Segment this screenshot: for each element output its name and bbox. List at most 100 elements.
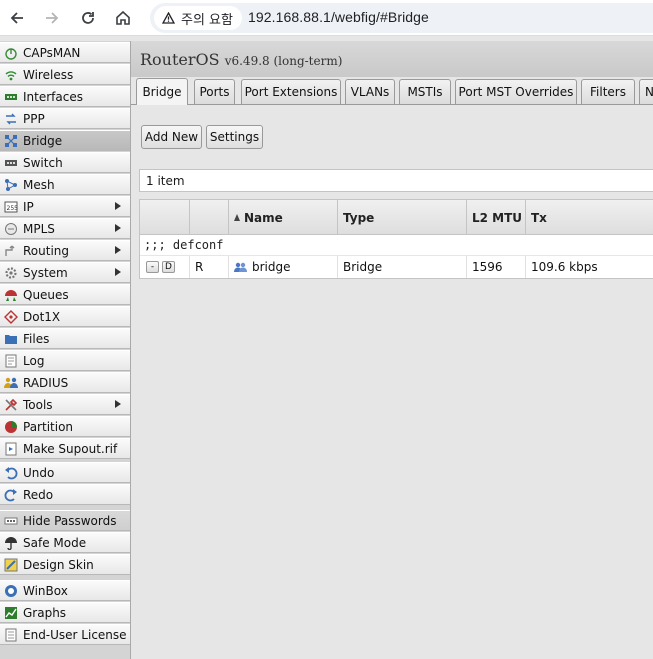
routing-icon — [4, 244, 18, 258]
settings-button[interactable]: Settings — [206, 125, 263, 149]
hide-passwords-icon — [4, 514, 18, 528]
tools-icon — [4, 398, 18, 412]
row-name-cell[interactable]: bridge — [229, 256, 338, 278]
sidebar-item-label: Redo — [23, 487, 54, 502]
sidebar-item-ppp[interactable]: PPP — [0, 108, 130, 129]
sidebar-item-switch[interactable]: Switch — [0, 152, 130, 173]
sidebar-item-radius[interactable]: RADIUS — [0, 372, 130, 393]
column-header-name[interactable]: Name — [229, 200, 338, 235]
sidebar-item-label: Wireless — [23, 67, 74, 82]
sidebar-item-files[interactable]: Files — [0, 328, 130, 349]
disable-button[interactable]: D — [162, 261, 175, 273]
sidebar-item-ip[interactable]: 255 IP — [0, 196, 130, 217]
sidebar-item-mesh[interactable]: Mesh — [0, 174, 130, 195]
mpls-icon — [4, 222, 18, 236]
column-header-tx[interactable]: Tx — [526, 200, 653, 235]
url-text[interactable]: 192.168.88.1/webfig/#Bridge — [248, 9, 429, 25]
tab-port-mst-overrides[interactable]: Port MST Overrides — [455, 79, 577, 104]
sidebar-item-label: Safe Mode — [23, 535, 87, 550]
license-icon — [4, 628, 18, 642]
main-panel: RouterOS v6.49.8 (long-term) Bridge Ports… — [131, 41, 653, 659]
queues-icon — [4, 288, 18, 302]
submenu-arrow-icon — [115, 268, 121, 276]
sidebar-item-make-supout-rif[interactable]: Make Supout.rif — [0, 438, 130, 459]
reload-button[interactable] — [76, 6, 100, 30]
bridge-users-icon — [234, 262, 247, 272]
submenu-arrow-icon — [115, 400, 121, 408]
sidebar-item-label: Bridge — [23, 133, 63, 148]
sidebar-item-label: Make Supout.rif — [23, 441, 118, 456]
sidebar-item-winbox[interactable]: WinBox — [0, 580, 130, 601]
column-header-type[interactable]: Type — [338, 200, 467, 235]
sidebar-item-hide-passwords[interactable]: Hide Passwords — [0, 510, 130, 531]
graphs-icon — [4, 606, 18, 620]
sidebar-item-label: Partition — [23, 419, 74, 434]
sidebar-menu: CAPsMAN Wireless Interfaces PPP Bridge Switch… — [0, 41, 131, 659]
comment-row: ;;; defconf — [140, 235, 653, 256]
sidebar-item-label: PPP — [23, 111, 45, 126]
column-header-tx-label: Tx — [531, 210, 547, 225]
sidebar-item-graphs[interactable]: Graphs — [0, 602, 130, 623]
warning-icon — [162, 12, 175, 24]
back-button[interactable] — [5, 6, 29, 30]
remove-button[interactable]: - — [146, 261, 159, 273]
sidebar-item-label: End-User License — [23, 627, 127, 642]
files-icon — [4, 332, 18, 346]
sidebar-item-safe-mode[interactable]: Safe Mode — [0, 532, 130, 553]
tab-mstis[interactable]: MSTIs — [399, 79, 451, 104]
sidebar-item-label: Hide Passwords — [23, 513, 117, 528]
sidebar-item-end-user-license[interactable]: End-User License — [0, 624, 130, 645]
sidebar-item-label: Dot1X — [23, 309, 61, 324]
sidebar-item-log[interactable]: Log — [0, 350, 130, 371]
sidebar-item-system[interactable]: System — [0, 262, 130, 283]
sidebar-item-undo[interactable]: Undo — [0, 462, 130, 483]
sidebar-item-dot1x[interactable]: Dot1X — [0, 306, 130, 327]
tab-vlans[interactable]: VLANs — [345, 79, 395, 104]
sidebar-item-mpls[interactable]: MPLS — [0, 218, 130, 239]
address-bar[interactable]: 주의 요함 192.168.88.1/webfig/#Bridge — [150, 3, 653, 33]
security-chip[interactable]: 주의 요함 — [154, 6, 242, 30]
sidebar-item-label: Files — [23, 331, 50, 346]
home-icon — [116, 10, 130, 25]
sidebar-item-interfaces[interactable]: Interfaces — [0, 86, 130, 107]
bridge-table: Name Type L2 MTU Tx ;;; defconf - D R br… — [139, 199, 653, 279]
sidebar-item-partition[interactable]: Partition — [0, 416, 130, 437]
wireless-icon — [4, 68, 18, 82]
add-new-button[interactable]: Add New — [141, 125, 202, 149]
system-icon — [4, 266, 18, 280]
sidebar-item-design-skin[interactable]: Design Skin — [0, 554, 130, 575]
design-skin-icon — [4, 558, 18, 572]
tab-bridge[interactable]: Bridge — [136, 78, 188, 105]
row-name: bridge — [252, 260, 291, 274]
row-flag-cell: R — [190, 256, 229, 278]
sidebar-item-wireless[interactable]: Wireless — [0, 64, 130, 85]
column-header-l2mtu[interactable]: L2 MTU — [467, 200, 526, 235]
sidebar-item-redo[interactable]: Redo — [0, 484, 130, 505]
row-l2mtu: 1596 — [472, 260, 503, 274]
sidebar-item-label: Interfaces — [23, 89, 83, 104]
sidebar-item-queues[interactable]: Queues — [0, 284, 130, 305]
ppp-icon — [4, 112, 18, 126]
home-button[interactable] — [111, 6, 135, 30]
sidebar-item-label: Tools — [23, 397, 53, 412]
sidebar-item-tools[interactable]: Tools — [0, 394, 130, 415]
sidebar-item-bridge[interactable]: Bridge — [0, 130, 130, 151]
forward-button[interactable] — [40, 6, 64, 30]
tab-port-extensions[interactable]: Port Extensions — [241, 79, 341, 104]
tab-strip: Bridge Ports Port Extensions VLANs MSTIs Port… — [131, 77, 653, 105]
tab-nat[interactable]: NAT — [639, 79, 653, 104]
tab-ports[interactable]: Ports — [194, 79, 235, 104]
sidebar-item-capsman[interactable]: CAPsMAN — [0, 42, 130, 63]
tab-filters[interactable]: Filters — [581, 79, 635, 104]
column-header-buttons — [140, 200, 190, 235]
switch-icon — [4, 156, 18, 170]
sidebar-item-label: Switch — [23, 155, 63, 170]
sidebar-item-label: IP — [23, 199, 34, 214]
row-tx-cell: 109.6 kbps — [526, 256, 653, 278]
table-row[interactable]: - D R bridge Bridge 1596 109.6 kbps — [140, 256, 653, 278]
partition-icon — [4, 420, 18, 434]
submenu-arrow-icon — [115, 246, 121, 254]
sidebar-item-routing[interactable]: Routing — [0, 240, 130, 261]
interfaces-icon — [4, 90, 18, 104]
row-type-cell: Bridge — [338, 256, 467, 278]
